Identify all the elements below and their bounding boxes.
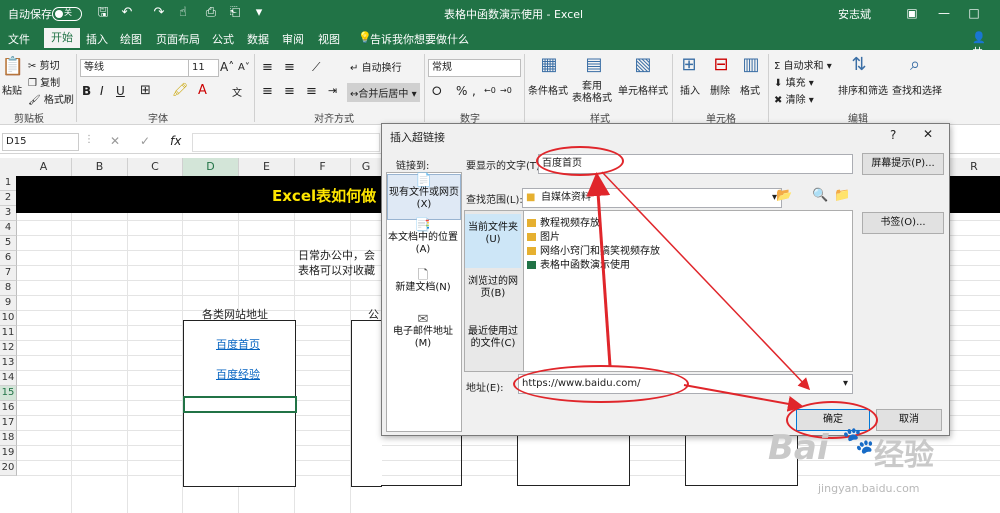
baidu-watermark: Bai 🐾 经验 jingyan.baidu.com [768,424,998,510]
arrow-to-ok-2 [683,384,804,412]
watermark-brand-2: 经验 [874,438,934,473]
arrow-to-display-text [586,172,612,367]
paw-icon: 🐾 [842,426,875,456]
arrow-to-ok-1 [601,171,811,391]
watermark-brand: Bai [768,428,829,468]
watermark-url: jingyan.baidu.com [818,482,920,495]
